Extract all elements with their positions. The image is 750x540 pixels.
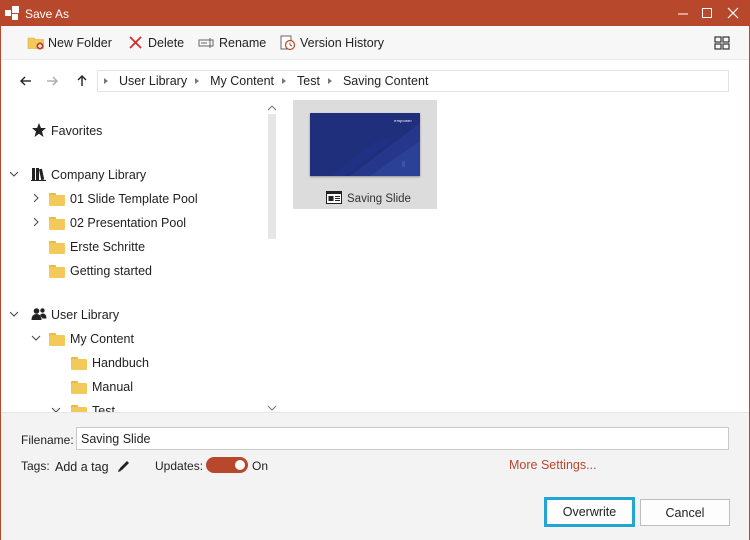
folder-icon [49, 216, 65, 230]
scrollbar-thumb[interactable] [268, 114, 276, 239]
view-toggle-button[interactable] [713, 33, 734, 53]
delete-button[interactable]: Delete [127, 33, 184, 53]
tile-label: Saving Slide [347, 193, 411, 205]
slide-icon [326, 191, 342, 207]
folder-icon [49, 192, 65, 206]
library-books-icon [31, 166, 47, 185]
tags-label: Tags: [21, 459, 50, 473]
tree-item-erste-schritte[interactable]: Erste Schritte [49, 237, 145, 257]
folder-icon [71, 380, 87, 394]
arrow-left-icon[interactable] [19, 74, 33, 88]
delete-x-icon [127, 34, 145, 52]
breadcrumb-item-my-content[interactable]: My Content [195, 74, 274, 88]
tree-item-test[interactable]: Test [51, 401, 115, 412]
app-logo-icon [5, 6, 19, 20]
tree-item-user-library[interactable]: User Library [9, 305, 119, 325]
tree-item-getting-started[interactable]: Getting started [49, 261, 152, 281]
save-options-panel: Filename: Tags: Add a tag Updates: On Mo… [1, 412, 749, 540]
updates-toggle[interactable] [206, 457, 248, 473]
folder-icon [49, 240, 65, 254]
folder-icon [71, 404, 87, 412]
slide-thumbnail: empower [310, 113, 420, 176]
new-folder-label: New Folder [48, 36, 112, 50]
arrow-right-icon[interactable] [45, 74, 59, 88]
folder-icon [71, 356, 87, 370]
add-tag-link[interactable]: Add a tag [55, 460, 109, 474]
pencil-icon[interactable] [117, 459, 131, 473]
maximize-button[interactable] [695, 1, 719, 26]
new-folder-button[interactable]: New Folder [27, 33, 112, 53]
grid-view-icon [713, 34, 731, 52]
breadcrumb-separator-icon [104, 78, 108, 84]
tree-item-company-library[interactable]: Company Library [9, 165, 146, 185]
thumbnail-logo: empower [394, 118, 412, 123]
rename-icon [198, 34, 216, 52]
tree-item-slide-template-pool[interactable]: 01 Slide Template Pool [31, 189, 198, 209]
filename-input[interactable] [76, 427, 729, 450]
users-icon [31, 306, 47, 325]
tree-item-favorites[interactable]: Favorites [31, 121, 102, 141]
breadcrumb-separator-icon [282, 78, 286, 84]
tree-scrollbar[interactable] [266, 99, 278, 412]
folder-icon [49, 332, 65, 346]
delete-label: Delete [148, 36, 185, 50]
folder-icon [49, 264, 65, 278]
content-tile[interactable]: empower Saving Slide [293, 100, 437, 209]
version-history-label: Version History [300, 36, 385, 50]
tree-item-manual[interactable]: Manual [71, 377, 133, 397]
breadcrumb-separator-icon [327, 78, 332, 84]
cancel-button[interactable]: Cancel [640, 499, 730, 526]
title-bar: Save As [1, 1, 749, 26]
tile-caption: Saving Slide [326, 191, 411, 207]
updates-label: Updates: [155, 459, 204, 473]
tree-item-presentation-pool[interactable]: 02 Presentation Pool [31, 213, 186, 233]
overwrite-button[interactable]: Overwrite [544, 497, 635, 527]
breadcrumb-item-saving-content[interactable]: Saving Content [327, 74, 428, 88]
breadcrumb-item-user-library[interactable]: User Library [104, 74, 187, 88]
rename-button[interactable]: Rename [198, 33, 266, 53]
more-settings-link[interactable]: More Settings... [509, 458, 597, 472]
chevron-down-icon[interactable] [51, 404, 71, 412]
version-history-icon [279, 34, 297, 52]
close-button[interactable] [721, 1, 745, 26]
tree-item-my-content[interactable]: My Content [31, 329, 134, 349]
window-title: Save As [25, 7, 70, 21]
toggle-knob [235, 460, 245, 470]
scroll-up-icon[interactable] [267, 101, 277, 115]
rename-label: Rename [219, 36, 267, 50]
new-folder-icon [27, 34, 45, 52]
tree-item-handbuch[interactable]: Handbuch [71, 353, 149, 373]
filename-label: Filename: [21, 433, 74, 447]
folder-tree: Favorites Company Library 01 Slide Templ… [1, 99, 281, 412]
breadcrumb: User Library My Content Test Saving Cont… [97, 70, 729, 92]
toolbar: New Folder Delete Rename Version History [1, 26, 749, 60]
content-area: empower Saving Slide [281, 97, 749, 412]
navigation-bar: User Library My Content Test Saving Cont… [1, 65, 749, 97]
chevron-right-icon[interactable] [31, 192, 49, 206]
chevron-down-icon[interactable] [31, 332, 49, 346]
save-as-dialog: Save As New Folder Delete Rename Version… [0, 0, 750, 540]
version-history-button[interactable]: Version History [279, 33, 384, 53]
star-icon [31, 122, 47, 141]
chevron-down-icon[interactable] [9, 168, 25, 182]
updates-state-label: On [252, 459, 269, 473]
chevron-right-icon[interactable] [31, 216, 49, 230]
arrow-up-icon[interactable] [75, 74, 89, 88]
breadcrumb-separator-icon [195, 78, 200, 84]
minimize-button[interactable] [671, 1, 695, 26]
breadcrumb-item-test[interactable]: Test [282, 74, 320, 88]
chevron-down-icon[interactable] [9, 308, 25, 322]
